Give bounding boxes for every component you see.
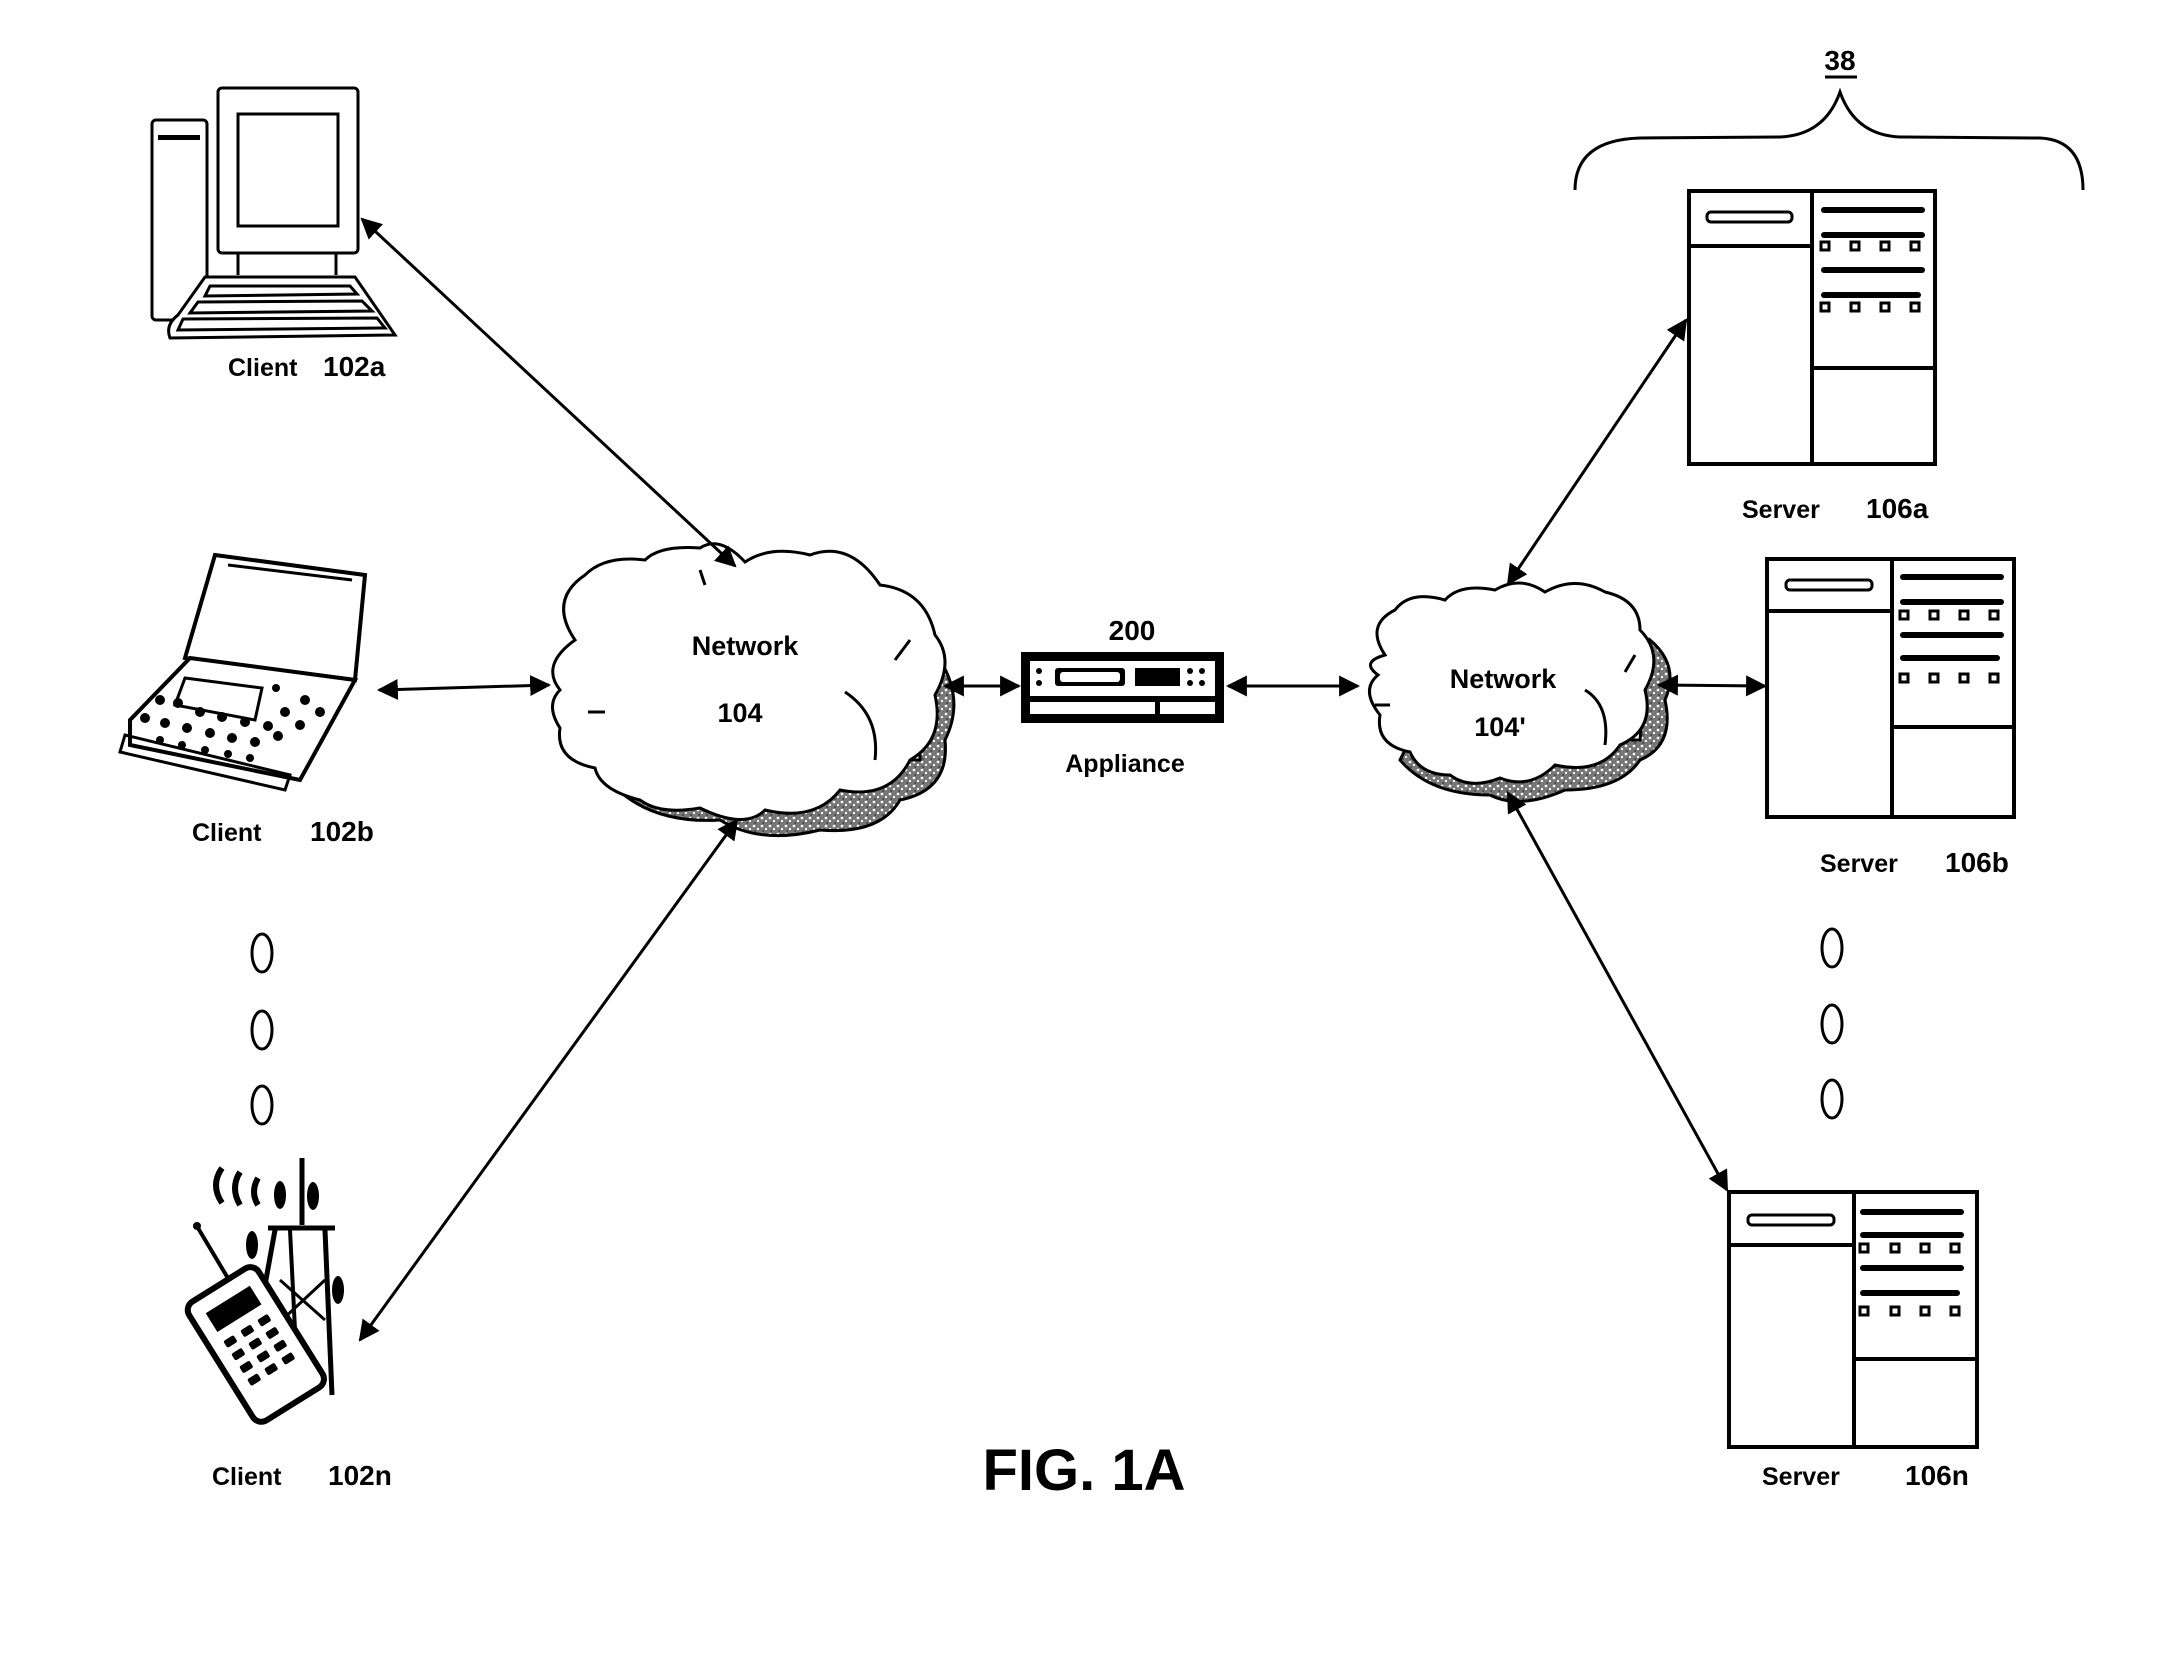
group-ref: 38	[1824, 45, 1855, 76]
server-106b: Server 106b	[1765, 557, 2016, 878]
server-106a-ref: 106a	[1866, 493, 1929, 524]
server-106a-label: Server	[1742, 496, 1820, 524]
client-102n: Client 102n	[184, 1158, 392, 1491]
client-102a: Client 102a	[150, 86, 398, 382]
client-ellipsis	[250, 932, 274, 1126]
appliance-200: 200 Appliance	[1021, 615, 1224, 778]
link-104prime-106a	[1506, 318, 1688, 586]
server-106n: Server 106n	[1727, 1190, 1979, 1491]
network-104-prime: Network 104'	[1368, 581, 1672, 803]
appliance-label: Appliance	[1065, 750, 1185, 778]
server-icon	[1687, 189, 1937, 466]
brace	[1573, 87, 2085, 191]
link-104prime-106b	[1656, 674, 1768, 697]
server-106b-ref: 106b	[1945, 847, 2009, 878]
server-106a: Server 106a	[1687, 189, 1937, 524]
appliance-ref: 200	[1109, 615, 1156, 646]
desktop-computer-icon	[150, 86, 398, 340]
network-104-ref: 104	[717, 698, 762, 728]
figure-title: FIG. 1A	[982, 1438, 1185, 1503]
server-106n-ref: 106n	[1905, 1460, 1969, 1491]
client-102b-label: Client	[192, 819, 262, 847]
server-ellipsis	[1820, 927, 1844, 1120]
cloud-icon	[551, 542, 956, 838]
client-102b: Client 102b	[118, 552, 374, 847]
client-102a-ref: 102a	[323, 351, 386, 382]
link-102b-104	[376, 675, 552, 700]
server-icon	[1765, 557, 2016, 819]
server-group-38: 38	[1573, 45, 2085, 191]
link-102n-104	[358, 818, 739, 1342]
client-102n-label: Client	[212, 1463, 282, 1491]
appliance-icon	[1021, 652, 1224, 723]
link-102a-104	[360, 217, 737, 568]
network-104-label: Network	[692, 631, 800, 661]
mobile-phone-tower-icon	[184, 1158, 344, 1425]
link-104prime-106n	[1506, 791, 1729, 1192]
network-104-prime-label: Network	[1450, 664, 1558, 694]
laptop-icon	[118, 552, 368, 792]
server-icon	[1727, 1190, 1979, 1449]
client-102a-label: Client	[228, 354, 298, 382]
network-104-prime-ref: 104'	[1474, 712, 1525, 742]
network-104: Network 104	[551, 542, 956, 838]
client-102b-ref: 102b	[310, 816, 374, 847]
server-106n-label: Server	[1762, 1463, 1840, 1491]
client-102n-ref: 102n	[328, 1460, 392, 1491]
network-diagram: Client 102a Client 102b Client 102n Netw…	[118, 45, 2085, 1503]
server-106b-label: Server	[1820, 850, 1898, 878]
